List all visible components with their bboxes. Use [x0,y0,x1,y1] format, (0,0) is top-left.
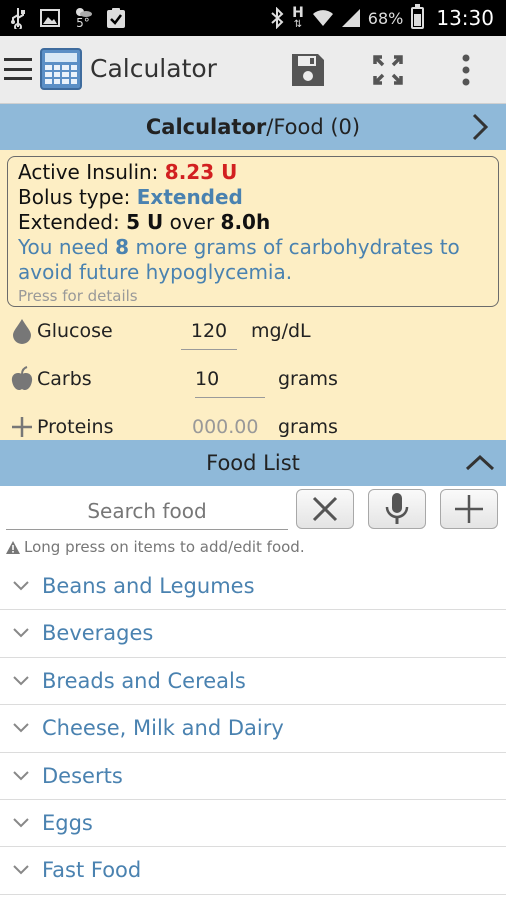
category-label: Beans and Legumes [42,574,255,598]
category-item[interactable]: Breads and Cereals [0,658,506,706]
overflow-menu-button[interactable] [446,50,486,90]
advice-amount: 8 [115,235,130,259]
long-press-hint: Long press on items to add/edit food. [6,538,305,556]
category-label: Fast Food [42,858,142,883]
category-label: Eggs [42,810,93,835]
battery-level [414,13,422,26]
glucose-label: Glucose [37,320,113,342]
plus-icon [12,417,32,437]
wifi-icon [312,9,334,27]
microphone-icon [385,493,409,524]
extended-line: Extended: 5 U over 8.0h [18,210,488,235]
category-item[interactable]: Eggs [0,800,506,848]
chevron-down-icon [13,676,29,686]
category-item[interactable]: Cheese, Milk and Dairy [0,705,506,753]
category-item[interactable]: Beans and Legumes [0,563,506,611]
bolus-type-line: Bolus type: Extended [18,185,488,210]
category-label: Breads and Cereals [42,668,246,693]
food-list-title: Food List [206,451,300,475]
task-check-icon [106,7,126,29]
clock: 13:30 [436,6,494,30]
extended-duration: 8.0h [220,210,271,234]
carbs-row: Carbs 10 grams [0,356,506,402]
app-title: Calculator [90,54,217,83]
long-press-hint-text: Long press on items to add/edit food. [24,538,305,556]
warning-icon [6,540,20,554]
category-item[interactable]: Deserts [0,753,506,800]
search-food-input[interactable] [6,492,288,530]
chevron-down-icon [13,581,29,591]
chevron-down-icon [13,628,29,638]
carbs-unit: grams [278,368,338,390]
category-label: Deserts [42,763,123,788]
expand-icon [373,55,403,85]
chevron-up-icon[interactable] [464,448,496,478]
weather-icon: 5° [74,7,92,29]
active-insulin-line: Active Insulin: 8.23 U [18,160,488,185]
signal-icon [341,9,360,27]
chevron-down-icon [13,723,29,733]
category-item[interactable]: Beverages [0,610,506,658]
bolus-type-label: Bolus type: [18,185,137,209]
battery-icon [411,4,425,29]
calculator-food-tab-header[interactable]: Calculator/Food (0) [0,104,506,150]
save-button[interactable] [288,50,328,90]
drop-icon [13,319,31,344]
extended-label: Extended: [18,210,127,234]
proteins-row: Proteins 000.00 grams [0,404,506,440]
add-icon [455,495,483,523]
category-label: Beverages [42,621,154,646]
active-insulin-label: Active Insulin: [18,160,165,184]
bluetooth-icon [270,7,284,29]
calculator-panel: Active Insulin: 8.23 U Bolus type: Exten… [0,150,506,440]
extended-amount: 5 U [126,210,164,234]
gallery-icon [40,9,60,27]
bolus-type-value: Extended [136,185,243,209]
battery-percent: 68% [367,8,404,28]
action-bar: Calculator [0,36,506,104]
fullscreen-button[interactable] [368,50,408,90]
chevron-down-icon [13,865,29,875]
advice-prefix: You need [18,235,116,259]
voice-search-button[interactable] [368,489,426,529]
category-label: Cheese, Milk and Dairy [42,716,284,741]
menu-icon[interactable] [4,58,32,80]
save-icon [292,54,324,86]
press-for-details-hint: Press for details [18,287,138,305]
status-bar: 5° H ⇅ 68% 13:30 [0,0,506,36]
tab-title: Calculator/Food (0) [0,115,506,139]
proteins-unit: grams [278,416,338,438]
clear-search-button[interactable] [296,489,354,529]
carb-advice: You need 8 more grams of carbohydrates t… [18,235,488,285]
food-list-header[interactable]: Food List [0,440,506,486]
glucose-input[interactable]: 120 [181,316,237,350]
usb-icon [10,7,26,29]
add-food-button[interactable] [440,489,498,529]
more-vert-icon [462,54,470,86]
insulin-summary-card[interactable]: Active Insulin: 8.23 U Bolus type: Exten… [7,156,499,307]
carbs-input[interactable]: 10 [195,364,265,398]
glucose-unit: mg/dL [251,320,311,342]
food-category-list: Beans and Legumes Beverages Breads and C… [0,563,506,895]
extended-over-text: over [163,210,221,234]
category-item[interactable]: Fast Food [0,847,506,895]
proteins-label: Proteins [37,416,114,438]
close-icon [312,496,338,522]
chevron-down-icon [13,770,29,780]
temperature-text: 5° [76,16,90,30]
active-insulin-value: 8.23 U [164,160,238,184]
calculator-app-icon[interactable] [40,48,82,90]
carbs-label: Carbs [37,368,92,390]
tab-food-label: /Food (0) [266,115,361,139]
chevron-right-icon[interactable] [468,112,492,142]
proteins-input[interactable]: 000.00 [192,412,262,440]
network-type-icon: H ⇅ [292,5,304,30]
food-search-row [0,486,506,536]
apple-icon [11,366,33,391]
chevron-down-icon [13,818,29,828]
glucose-row: Glucose 120 mg/dL [0,308,506,354]
network-type-text: H [292,5,304,22]
tab-active-label: Calculator [145,115,267,139]
